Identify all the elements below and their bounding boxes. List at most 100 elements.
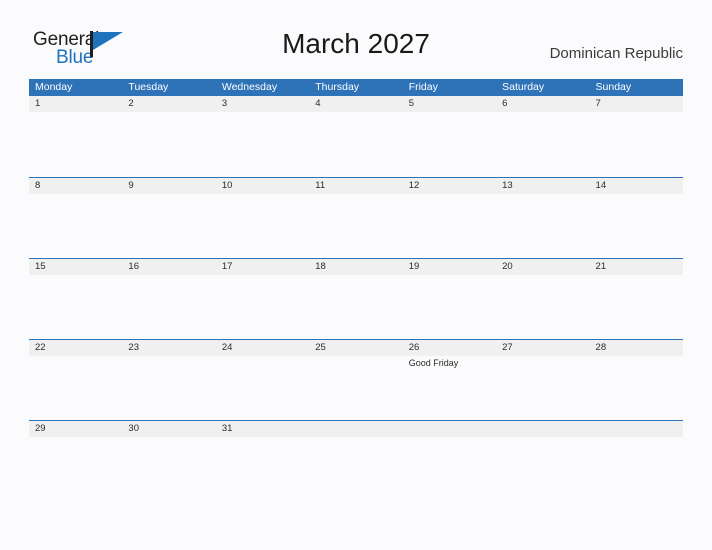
day-cell[interactable]: 22 [29, 340, 122, 356]
weekday-header-thursday: Thursday [315, 81, 360, 93]
day-events-cell[interactable] [590, 437, 683, 501]
day-cell[interactable]: 13 [496, 178, 589, 194]
day-events-cell[interactable] [122, 437, 215, 501]
day-events-cell[interactable] [309, 275, 402, 339]
day-number: 12 [408, 180, 420, 191]
calendar-grid: Monday Tuesday Wednesday Thursday Friday Satu… [29, 79, 683, 501]
day-number: 26 [408, 342, 420, 353]
weekday-header-saturday: Saturday [502, 81, 545, 93]
day-events-cell[interactable] [496, 112, 589, 176]
day-cell[interactable]: 10 [216, 178, 309, 194]
week-date-strip: 8 9 10 11 12 13 14 [29, 177, 683, 194]
day-number: 18 [315, 261, 326, 272]
day-events-cell[interactable] [309, 356, 402, 420]
day-events-cell[interactable] [29, 437, 122, 501]
day-events-cell[interactable] [29, 275, 122, 339]
day-number: 24 [221, 342, 233, 353]
day-cell[interactable]: 21 [590, 259, 683, 275]
weekday-header-row: Monday Tuesday Wednesday Thursday Friday Satu… [29, 79, 683, 96]
day-cell[interactable] [590, 421, 683, 437]
day-cell[interactable]: 17 [216, 259, 309, 275]
day-events-cell[interactable]: Good Friday [403, 356, 496, 420]
day-events-cell[interactable] [403, 194, 496, 258]
day-cell[interactable]: 9 [122, 178, 215, 194]
day-events-cell[interactable] [496, 356, 589, 420]
week-body-strip [29, 437, 683, 501]
day-cell[interactable]: 30 [122, 421, 215, 437]
day-events-cell[interactable] [496, 437, 589, 501]
day-cell[interactable]: 8 [29, 178, 122, 194]
day-events-cell[interactable] [496, 194, 589, 258]
day-cell[interactable] [496, 421, 589, 437]
weekday-header-monday: Monday [35, 81, 73, 93]
day-events-cell[interactable] [216, 194, 309, 258]
day-cell[interactable]: 2 [122, 96, 215, 112]
day-number: 3 [221, 98, 228, 109]
week-body-strip: Good Friday [29, 356, 683, 420]
day-cell[interactable] [403, 421, 496, 437]
day-events-cell[interactable] [590, 112, 683, 176]
day-cell[interactable]: 11 [309, 178, 402, 194]
calendar-week-row: 29 30 31 [29, 420, 683, 501]
day-cell[interactable]: 31 [216, 421, 309, 437]
day-cell[interactable]: 28 [590, 340, 683, 356]
day-cell[interactable]: 1 [29, 96, 122, 112]
day-events-cell[interactable] [309, 437, 402, 501]
day-number: 10 [221, 180, 233, 191]
week-body-strip [29, 275, 683, 339]
day-cell[interactable]: 29 [29, 421, 122, 437]
day-number: 8 [35, 180, 41, 191]
day-number: 29 [35, 423, 46, 434]
day-events-cell[interactable] [216, 437, 309, 501]
day-cell[interactable]: 25 [309, 340, 402, 356]
day-cell[interactable]: 4 [309, 96, 402, 112]
day-cell[interactable]: 26 [403, 340, 496, 356]
day-cell[interactable]: 16 [122, 259, 215, 275]
day-number: 9 [128, 180, 134, 191]
day-cell[interactable]: 27 [496, 340, 589, 356]
day-events-cell[interactable] [403, 275, 496, 339]
day-number: 7 [595, 98, 601, 109]
day-events-cell[interactable] [122, 275, 215, 339]
day-events-cell[interactable] [29, 112, 122, 176]
day-number: 2 [128, 98, 134, 109]
day-events-cell[interactable] [309, 194, 402, 258]
day-events-cell[interactable] [29, 356, 122, 420]
calendar-week-row: 22 23 24 25 26 27 28 Good Friday [29, 339, 683, 420]
day-number: 31 [221, 423, 233, 434]
day-number: 1 [35, 98, 41, 109]
day-events-cell[interactable] [216, 356, 309, 420]
holiday-label: Good Friday [408, 358, 459, 368]
day-cell[interactable]: 24 [216, 340, 309, 356]
day-events-cell[interactable] [590, 275, 683, 339]
day-events-cell[interactable] [496, 275, 589, 339]
day-cell[interactable]: 18 [309, 259, 402, 275]
day-cell[interactable]: 20 [496, 259, 589, 275]
day-cell[interactable]: 19 [403, 259, 496, 275]
day-events-cell[interactable] [309, 112, 402, 176]
day-number: 30 [128, 423, 139, 434]
day-cell[interactable]: 6 [496, 96, 589, 112]
calendar-week-row: 15 16 17 18 19 20 21 [29, 258, 683, 339]
day-number: 28 [595, 342, 607, 353]
day-events-cell[interactable] [216, 275, 309, 339]
day-cell[interactable]: 23 [122, 340, 215, 356]
day-cell[interactable]: 3 [216, 96, 309, 112]
day-events-cell[interactable] [216, 112, 309, 176]
day-cell[interactable]: 7 [590, 96, 683, 112]
day-cell[interactable]: 5 [403, 96, 496, 112]
day-cell[interactable]: 12 [403, 178, 496, 194]
day-events-cell[interactable] [590, 356, 683, 420]
day-cell[interactable]: 14 [590, 178, 683, 194]
day-events-cell[interactable] [403, 112, 496, 176]
week-date-strip: 15 16 17 18 19 20 21 [29, 258, 683, 275]
day-events-cell[interactable] [29, 194, 122, 258]
day-cell[interactable]: 15 [29, 259, 122, 275]
day-cell[interactable] [309, 421, 402, 437]
day-number: 6 [502, 98, 508, 109]
day-events-cell[interactable] [403, 437, 496, 501]
day-events-cell[interactable] [122, 194, 215, 258]
day-events-cell[interactable] [122, 112, 215, 176]
day-events-cell[interactable] [590, 194, 683, 258]
day-events-cell[interactable] [122, 356, 215, 420]
